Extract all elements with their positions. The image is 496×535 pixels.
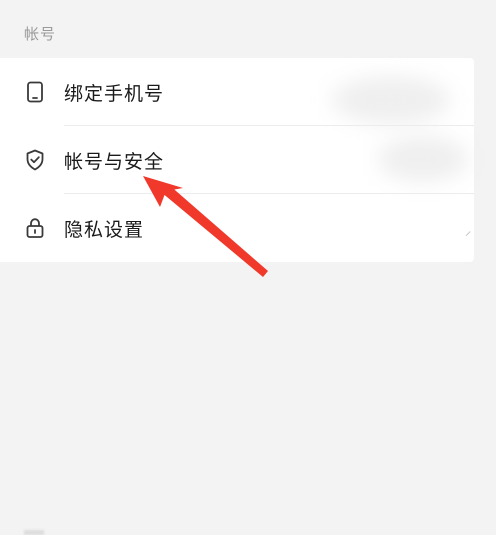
phone-icon [23, 80, 47, 104]
account-security-row[interactable]: 帐号与安全 [0, 126, 474, 194]
privacy-settings-row[interactable]: 隐私设置 [0, 194, 474, 262]
settings-card: 绑定手机号 帐号与安全 隐私设置 [0, 58, 474, 262]
next-section-header [0, 262, 496, 535]
next-section-title [24, 530, 44, 535]
account-section-header: 帐号 [0, 0, 496, 58]
section-title: 帐号 [24, 25, 57, 43]
bind-phone-row[interactable]: 绑定手机号 [0, 58, 474, 126]
shield-check-icon [23, 148, 47, 172]
bind-phone-label: 绑定手机号 [64, 82, 165, 105]
privacy-settings-label: 隐私设置 [64, 218, 145, 241]
lock-icon [23, 216, 47, 240]
account-security-label: 帐号与安全 [64, 150, 165, 173]
